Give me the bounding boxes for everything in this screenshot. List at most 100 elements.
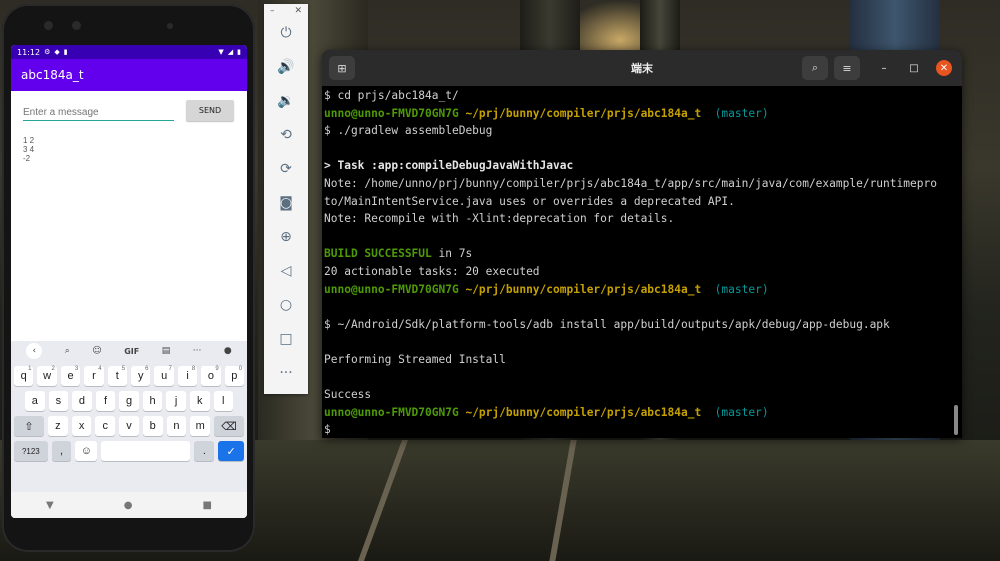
- terminal-text-segment: (master): [701, 282, 769, 296]
- zoom-icon[interactable]: ⊕: [264, 220, 308, 254]
- terminal-line: unno@unno-FMVD70GN7G ~/prj/bunny/compile…: [324, 105, 962, 123]
- letter-keys: zxcvbnm: [48, 416, 211, 436]
- search-icon[interactable]: ⌕: [802, 56, 828, 80]
- mic-icon[interactable]: ●: [224, 346, 232, 356]
- terminal-text-segment: > Task :app:compileDebugJavaWithJavac: [324, 159, 574, 173]
- toolbar-window-controls: – ✕: [264, 4, 308, 16]
- key-number-hint: 3: [74, 366, 79, 372]
- terminal-text-segment: to/MainIntentService.java uses or overri…: [324, 194, 735, 208]
- message-input[interactable]: [23, 99, 174, 121]
- key-label: o: [207, 370, 215, 382]
- gif-button[interactable]: GIF: [124, 347, 139, 356]
- sensor-dot: [167, 23, 173, 29]
- terminal-scrollbar[interactable]: [954, 405, 958, 435]
- key-label: i: [186, 370, 189, 382]
- minimize-icon[interactable]: –: [876, 60, 892, 76]
- overview-icon[interactable]: □: [264, 322, 308, 356]
- key-g[interactable]: g: [119, 391, 139, 411]
- key-j[interactable]: j: [166, 391, 186, 411]
- message-row: SEND: [11, 91, 247, 121]
- terminal-line: unno@unno-FMVD70GN7G ~/prj/bunny/compile…: [324, 404, 962, 422]
- back-icon[interactable]: ◁: [264, 254, 308, 288]
- key-b[interactable]: b: [142, 416, 163, 436]
- chevron-left-icon[interactable]: ‹: [26, 343, 43, 359]
- key-s[interactable]: s: [48, 391, 69, 411]
- key-label: r: [92, 370, 96, 382]
- home-nav-icon[interactable]: ●: [124, 500, 133, 511]
- key-f[interactable]: f: [95, 391, 116, 411]
- more-icon[interactable]: ···: [193, 346, 202, 356]
- key-m[interactable]: m: [190, 416, 211, 436]
- key-k[interactable]: k: [189, 391, 210, 411]
- power-icon[interactable]: ⏻: [264, 16, 308, 50]
- key-q[interactable]: q1: [14, 366, 34, 386]
- close-icon[interactable]: ✕: [936, 60, 952, 76]
- search-icon[interactable]: ⌕: [65, 346, 70, 356]
- maximize-icon[interactable]: □: [906, 60, 922, 76]
- key-o[interactable]: o9: [201, 366, 221, 386]
- key-u[interactable]: u7: [154, 366, 174, 386]
- terminal-text-segment: BUILD SUCCESSFUL: [324, 247, 432, 261]
- minimize-icon[interactable]: –: [270, 6, 275, 16]
- terminal-line: Note: Recompile with -Xlint:deprecation …: [324, 210, 962, 228]
- terminal-line: Success: [324, 386, 962, 404]
- key-n[interactable]: n: [166, 416, 187, 436]
- settings-icon: ⚙: [44, 48, 51, 56]
- close-icon[interactable]: ✕: [294, 6, 302, 16]
- key-d[interactable]: d: [72, 391, 92, 411]
- enter-key[interactable]: ✓: [218, 441, 244, 461]
- key-l[interactable]: l: [213, 391, 234, 411]
- home-icon[interactable]: ○: [264, 288, 308, 322]
- rotate-right-icon[interactable]: ⟳: [264, 152, 308, 186]
- period-key[interactable]: .: [194, 441, 215, 461]
- key-x[interactable]: x: [71, 416, 92, 436]
- key-r[interactable]: r4: [84, 366, 104, 386]
- output-line: 3 4: [23, 145, 35, 154]
- terminal-text-segment: $: [324, 423, 331, 437]
- space-key[interactable]: [101, 441, 191, 461]
- key-v[interactable]: v: [119, 416, 139, 436]
- recents-nav-icon[interactable]: ■: [203, 500, 212, 511]
- terminal-output[interactable]: $ cd prjs/abc184a_t/unno@unno-FMVD70GN7G…: [322, 86, 962, 438]
- emoji-key[interactable]: ☺: [75, 441, 98, 461]
- key-y[interactable]: y6: [131, 366, 151, 386]
- key-e[interactable]: e3: [60, 366, 81, 386]
- send-button[interactable]: SEND: [186, 99, 234, 121]
- key-c[interactable]: c: [95, 416, 116, 436]
- rotate-left-icon[interactable]: ⟲: [264, 118, 308, 152]
- key-h[interactable]: h: [142, 391, 163, 411]
- terminal-text-segment: 20 actionable tasks: 20 executed: [324, 264, 540, 278]
- key-a[interactable]: a: [25, 391, 45, 411]
- key-p[interactable]: p0: [224, 366, 245, 386]
- terminal-text-segment: unno@unno-FMVD70GN7G: [324, 106, 459, 120]
- terminal-text-segment: unno@unno-FMVD70GN7G: [324, 405, 459, 419]
- clipboard-icon[interactable]: ▤: [162, 346, 171, 356]
- volume-down-icon[interactable]: 🔉: [264, 84, 308, 118]
- sim-icon: ▮: [63, 48, 68, 56]
- key-t[interactable]: t5: [107, 366, 128, 386]
- terminal-line: $ ./gradlew assembleDebug: [324, 122, 962, 140]
- comma-key[interactable]: ,: [51, 441, 72, 461]
- more-icon[interactable]: ···: [264, 356, 308, 390]
- terminal-text-segment: Note: Recompile with -Xlint:deprecation …: [324, 212, 675, 226]
- camera-icon[interactable]: ◙: [264, 186, 308, 220]
- terminal-titlebar: ⊞ 端末 ⌕ ≡ – □ ✕: [322, 50, 962, 86]
- shift-key[interactable]: ⇧: [14, 416, 44, 436]
- volume-up-icon[interactable]: 🔊: [264, 50, 308, 84]
- key-w[interactable]: w2: [37, 366, 57, 386]
- key-z[interactable]: z: [48, 416, 68, 436]
- sticker-icon[interactable]: ☺: [92, 346, 101, 356]
- hamburger-menu-icon[interactable]: ≡: [834, 56, 860, 80]
- terminal-text-segment: ~/prj/bunny/compiler/prjs/abc184a_t: [458, 106, 702, 120]
- back-nav-icon[interactable]: ▼: [46, 500, 54, 511]
- status-bar: 11:12 ⚙ ◆ ▮ ▼ ◢ ▮: [11, 45, 247, 59]
- shield-icon: ◆: [54, 48, 60, 56]
- backspace-key[interactable]: ⌫: [214, 416, 244, 436]
- signal-icon: ◢: [227, 48, 234, 56]
- key-i[interactable]: i8: [177, 366, 198, 386]
- key-number-hint: 7: [168, 366, 172, 372]
- symbols-key[interactable]: ?123: [14, 441, 48, 461]
